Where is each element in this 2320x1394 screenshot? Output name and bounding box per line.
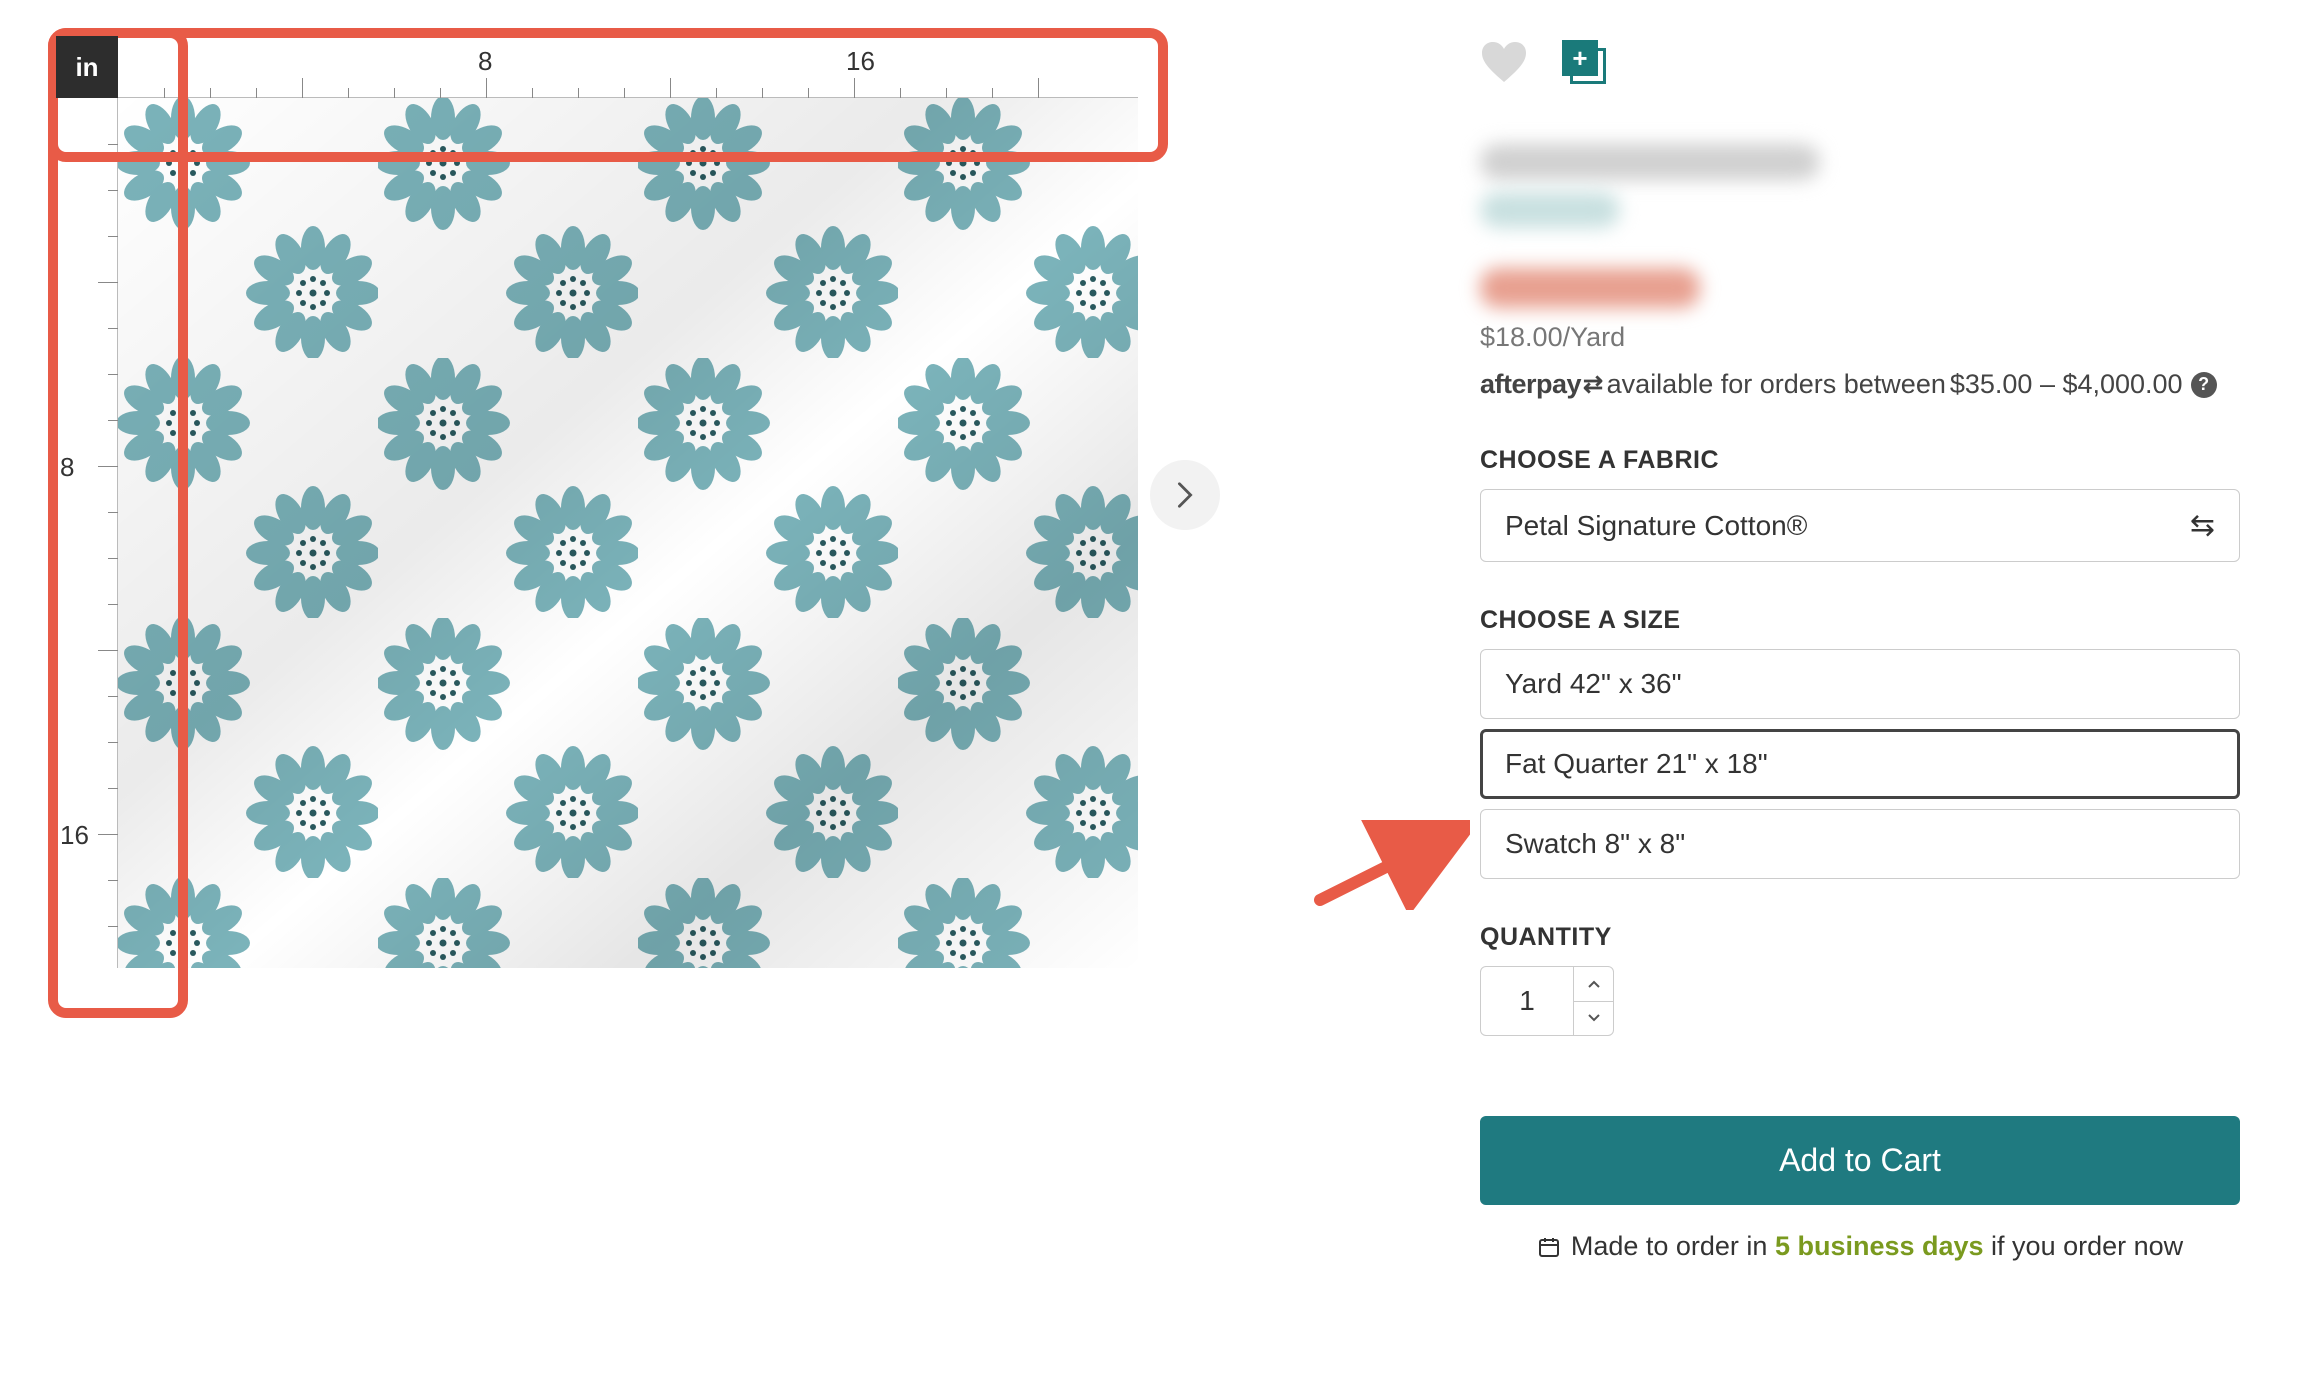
annotation-arrow xyxy=(1310,820,1470,910)
quantity-stepper: 1 xyxy=(1480,966,1614,1036)
size-section-label: CHOOSE A SIZE xyxy=(1480,606,2240,635)
size-options-list: Yard 42" x 36" Fat Quarter 21" x 18" Swa… xyxy=(1480,649,2240,879)
made-prefix: Made to order in xyxy=(1571,1231,1775,1261)
afterpay-info: afterpay⇄ available for orders between $… xyxy=(1480,369,2240,400)
fabric-select[interactable]: Petal Signature Cotton® ⇆ xyxy=(1480,489,2240,562)
size-option-fat-quarter[interactable]: Fat Quarter 21" x 18" xyxy=(1480,729,2240,799)
chevron-right-icon xyxy=(1176,481,1194,509)
designer-name-redacted xyxy=(1480,192,1620,228)
quantity-decrease-button[interactable] xyxy=(1574,1002,1613,1036)
sale-price-redacted xyxy=(1480,268,1700,308)
quantity-section-label: QUANTITY xyxy=(1480,923,2240,952)
afterpay-text: available for orders between xyxy=(1607,369,1946,400)
add-to-collection-button[interactable]: + xyxy=(1562,40,1606,84)
afterpay-range: $35.00 – $4,000.00 xyxy=(1950,369,2183,400)
ruler-v-label-16: 16 xyxy=(60,820,89,851)
chevron-up-icon xyxy=(1587,979,1601,989)
plus-icon: + xyxy=(1562,40,1598,76)
product-options-panel: + $18.00/Yard afterpay⇄ available for or… xyxy=(1480,30,2240,1262)
next-image-button[interactable] xyxy=(1150,460,1220,530)
ruler-horizontal: 8 16 xyxy=(118,36,1138,98)
afterpay-help-icon[interactable]: ? xyxy=(2191,372,2217,398)
ruler-vertical: 8 16 xyxy=(56,98,118,968)
product-image-area: in 8 16 xyxy=(50,30,1260,1262)
afterpay-logo: afterpay⇄ xyxy=(1480,369,1603,400)
swap-arrow-icon: ⇆ xyxy=(2190,508,2215,543)
made-days: 5 business days xyxy=(1775,1231,1984,1261)
ruler-v-label-8: 8 xyxy=(60,452,74,483)
ruler-h-label-8: 8 xyxy=(478,46,492,77)
product-image[interactable] xyxy=(118,98,1138,968)
add-to-cart-button[interactable]: Add to Cart xyxy=(1480,1116,2240,1205)
quantity-increase-button[interactable] xyxy=(1574,967,1613,1002)
quantity-value: 1 xyxy=(1481,967,1573,1035)
ruler-h-label-16: 16 xyxy=(846,46,875,77)
size-option-swatch[interactable]: Swatch 8" x 8" xyxy=(1480,809,2240,879)
size-option-yard[interactable]: Yard 42" x 36" xyxy=(1480,649,2240,719)
price-per-yard: $18.00/Yard xyxy=(1480,322,2240,353)
made-to-order-line: Made to order in 5 business days if you … xyxy=(1480,1231,2240,1262)
ruler-unit-toggle[interactable]: in xyxy=(56,36,118,98)
fabric-section-label: CHOOSE A FABRIC xyxy=(1480,446,2240,475)
calendar-icon xyxy=(1537,1235,1561,1259)
favorite-heart-icon[interactable] xyxy=(1480,40,1528,84)
fabric-selected-value: Petal Signature Cotton® xyxy=(1505,510,1807,542)
chevron-down-icon xyxy=(1587,1013,1601,1023)
made-suffix: if you order now xyxy=(1984,1231,2184,1261)
product-title-redacted xyxy=(1480,144,1820,180)
